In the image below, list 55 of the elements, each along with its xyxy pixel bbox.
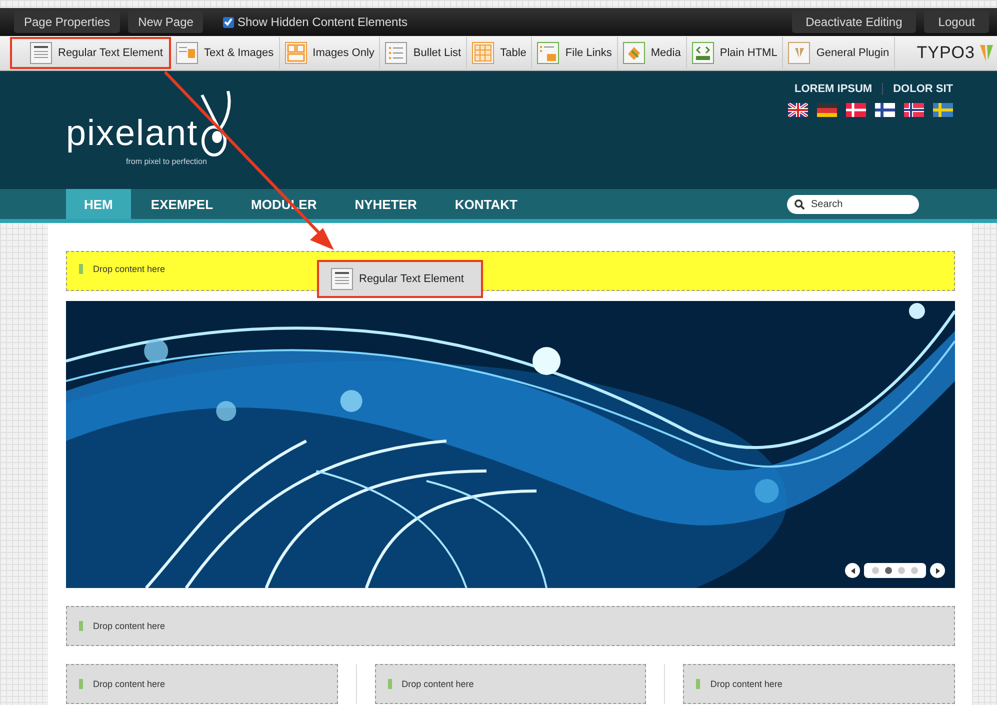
drop-zone-label: Drop content here (93, 264, 166, 274)
content-element-button[interactable]: Text & Images (170, 37, 280, 69)
nav-tab[interactable]: EXEMPEL (132, 189, 232, 219)
grip-icon (79, 621, 83, 631)
search-field[interactable]: Search (787, 194, 919, 214)
danish-flag-icon[interactable] (846, 103, 866, 117)
nav-tab[interactable]: NYHETER (336, 189, 435, 219)
content-element-button[interactable]: Regular Text Element (10, 37, 171, 69)
drop-zone-label: Drop content here (93, 679, 166, 689)
slide-dot[interactable] (898, 567, 905, 574)
uk-flag-icon[interactable] (788, 103, 808, 117)
header-link[interactable]: LOREM IPSUM (794, 83, 872, 95)
toolbar-button[interactable]: Page Properties (14, 11, 120, 33)
brand-mark-icon (979, 42, 993, 64)
left-triangle-icon (850, 568, 856, 574)
document-icon (30, 42, 52, 64)
slide-dot[interactable] (872, 567, 879, 574)
content-element-button[interactable]: File Links (532, 37, 618, 69)
image-grid-icon (284, 42, 307, 64)
content-element-button[interactable]: Plain HTML (686, 37, 784, 69)
checkbox[interactable] (223, 16, 234, 28)
list-icon (385, 42, 408, 64)
drop-zone-label: Drop content here (93, 621, 166, 631)
nav-tab[interactable]: KONTAKT (436, 189, 536, 219)
content-element-button[interactable]: Table (467, 37, 532, 69)
site-logo[interactable]: pixelant (66, 113, 198, 153)
plugin-icon (788, 42, 810, 64)
header-link[interactable]: DOLOR SIT (893, 83, 953, 95)
drop-zone-label: Drop content here (710, 679, 782, 689)
grip-icon (696, 679, 700, 689)
grip-icon (79, 679, 83, 689)
content-element-button[interactable]: Bullet List (380, 37, 468, 69)
toolbar-button[interactable]: Logout (924, 11, 989, 33)
folder-list-icon (537, 42, 560, 64)
text-image-icon (176, 42, 198, 64)
finnish-flag-icon[interactable] (875, 103, 895, 117)
grip-icon (388, 679, 392, 689)
search-icon (794, 198, 805, 210)
code-icon (692, 42, 714, 64)
media-icon (622, 42, 645, 64)
slide-dot[interactable] (885, 567, 892, 574)
drop-zone-label: Drop content here (402, 679, 474, 689)
toolbar-button[interactable]: Deactivate Editing (792, 11, 916, 33)
content-element-button[interactable]: General Plugin (783, 37, 896, 69)
content-element-button[interactable]: Images Only (280, 37, 380, 69)
table-icon (472, 42, 494, 64)
toolbar-button[interactable]: New Page (128, 11, 204, 33)
right-triangle-icon (934, 568, 940, 574)
logo-tagline: from pixel to perfection (126, 157, 208, 166)
brand-logo: TYPO3 (916, 43, 975, 63)
swedish-flag-icon[interactable] (933, 103, 953, 117)
norwegian-flag-icon[interactable] (904, 103, 924, 117)
german-flag-icon[interactable] (817, 103, 837, 117)
slide-dot[interactable] (911, 567, 918, 574)
content-element-button[interactable]: Media (618, 37, 687, 69)
